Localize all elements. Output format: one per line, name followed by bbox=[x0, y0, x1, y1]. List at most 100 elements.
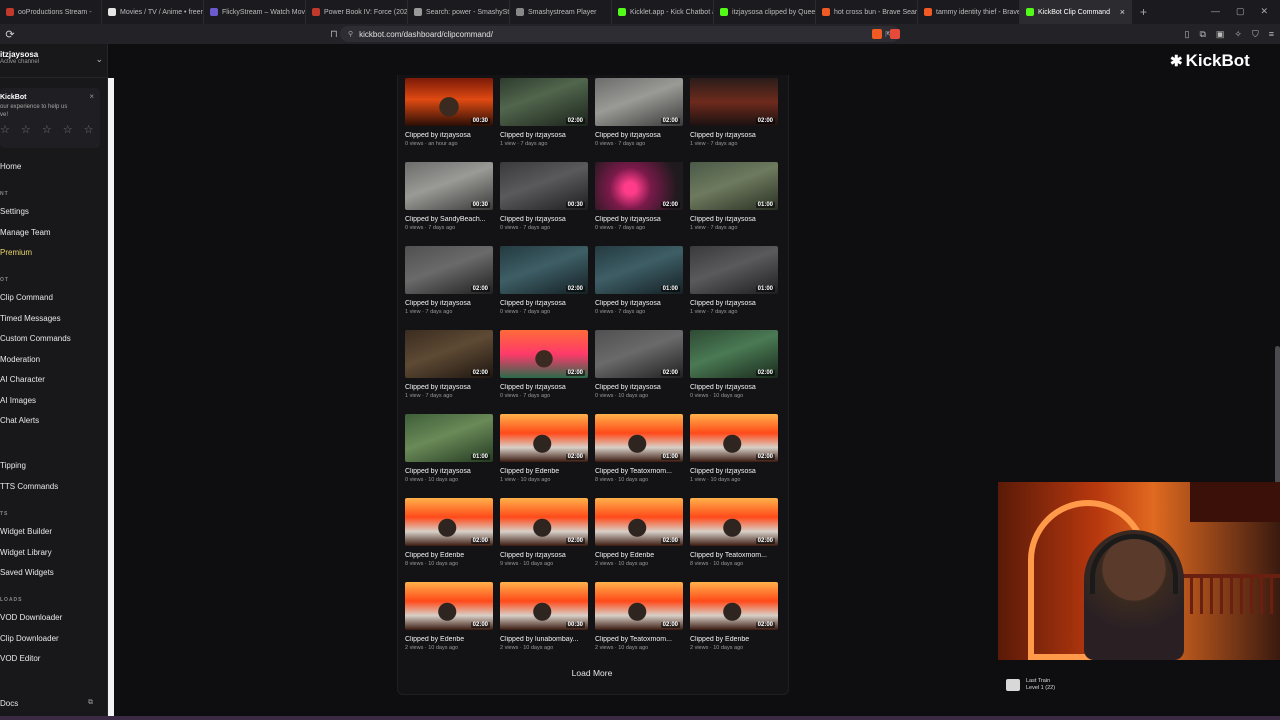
sidebar-item-chat-alerts[interactable]: Chat Alerts bbox=[0, 416, 39, 425]
clip-thumbnail[interactable]: 00:30 bbox=[405, 162, 493, 210]
load-more-button[interactable]: Load More bbox=[558, 664, 626, 682]
clip-thumbnail[interactable]: 02:00 bbox=[405, 498, 493, 546]
clip-card[interactable]: 02:00 Clipped by itzjaysosa 0 views · 7 da… bbox=[500, 330, 588, 412]
rating-stars[interactable]: ☆ ☆ ☆ ☆ ☆ bbox=[0, 123, 100, 136]
sidebar-item-home[interactable]: Home bbox=[0, 162, 21, 171]
clip-card[interactable]: 02:00 Clipped by Edenbe 2 views · 10 days … bbox=[405, 582, 493, 664]
clip-title[interactable]: Clipped by itzjaysosa bbox=[690, 300, 778, 307]
sidebar-item-docs[interactable]: Docs bbox=[0, 699, 18, 708]
clip-thumbnail[interactable]: 02:00 bbox=[595, 330, 683, 378]
clip-thumbnail[interactable]: 02:00 bbox=[595, 498, 683, 546]
clip-thumbnail[interactable]: 02:00 bbox=[405, 246, 493, 294]
clip-thumbnail[interactable]: 00:30 bbox=[500, 162, 588, 210]
clip-thumbnail[interactable]: 02:00 bbox=[595, 582, 683, 630]
sidebar-item-tts-commands[interactable]: TTS Commands bbox=[0, 482, 58, 491]
clip-thumbnail[interactable]: 01:00 bbox=[405, 414, 493, 462]
clip-title[interactable]: Clipped by itzjaysosa bbox=[500, 132, 588, 139]
clip-title[interactable]: Clipped by itzjaysosa bbox=[690, 468, 778, 475]
clip-card[interactable]: 02:00 Clipped by Edenbe 8 views · 10 days … bbox=[405, 498, 493, 580]
clip-card[interactable]: 02:00 Clipped by itzjaysosa 1 view · 10 da… bbox=[690, 414, 778, 496]
clip-title[interactable]: Clipped by SandyBeach... bbox=[405, 216, 493, 223]
clip-title[interactable]: Clipped by Edenbe bbox=[595, 552, 683, 559]
sidebar-toggle-icon[interactable]: ▯ bbox=[1185, 29, 1190, 40]
clip-thumbnail[interactable]: 01:00 bbox=[595, 246, 683, 294]
sidebar-item-custom-commands[interactable]: Custom Commands bbox=[0, 334, 71, 343]
kickbot-logo[interactable]: ✱ KickBot bbox=[1170, 51, 1250, 71]
sidebar-scrollbar[interactable] bbox=[108, 78, 114, 716]
clip-card[interactable]: 00:30 Clipped by itzjaysosa 0 views · an h… bbox=[405, 78, 493, 160]
browser-tab[interactable]: itzjaysosa clipped by QueenH... bbox=[714, 0, 816, 24]
clip-card[interactable]: 02:00 Clipped by Teatoxmom... 8 views · 10… bbox=[690, 498, 778, 580]
clip-card[interactable]: 02:00 Clipped by itzjaysosa 1 view · 7 day… bbox=[405, 246, 493, 328]
close-window-icon[interactable]: ✕ bbox=[1260, 6, 1268, 17]
clip-thumbnail[interactable]: 01:00 bbox=[690, 162, 778, 210]
clip-title[interactable]: Clipped by Teatoxmom... bbox=[595, 636, 683, 643]
clip-thumbnail[interactable]: 02:00 bbox=[500, 330, 588, 378]
sidebar-item-tipping[interactable]: Tipping bbox=[0, 461, 26, 470]
clip-card[interactable]: 02:00 Clipped by itzjaysosa 0 views · 10 d… bbox=[690, 330, 778, 412]
clip-title[interactable]: Clipped by itzjaysosa bbox=[690, 384, 778, 391]
browser-tab[interactable]: Movies / TV / Anime • freemo... bbox=[102, 0, 204, 24]
clip-card[interactable]: 00:30 Clipped by lunabombay... 2 views · 1… bbox=[500, 582, 588, 664]
sidebar-item-widget-library[interactable]: Widget Library bbox=[0, 548, 52, 557]
clip-title[interactable]: Clipped by itzjaysosa bbox=[690, 216, 778, 223]
sidebar-item-settings[interactable]: Settings bbox=[0, 207, 29, 216]
clip-card[interactable]: 02:00 Clipped by itzjaysosa 0 views · 10 d… bbox=[595, 330, 683, 412]
sidebar-item-timed-messages[interactable]: Timed Messages bbox=[0, 314, 61, 323]
site-info-icon[interactable]: ⚲ bbox=[348, 30, 353, 38]
clip-card[interactable]: 02:00 Clipped by itzjaysosa 1 view · 7 day… bbox=[405, 330, 493, 412]
clip-title[interactable]: Clipped by itzjaysosa bbox=[500, 300, 588, 307]
clip-card[interactable]: 02:00 Clipped by Teatoxmom... 2 views · 10… bbox=[595, 582, 683, 664]
clip-card[interactable]: 02:00 Clipped by itzjaysosa 0 views · 7 da… bbox=[595, 162, 683, 244]
clip-title[interactable]: Clipped by itzjaysosa bbox=[405, 132, 493, 139]
browser-tab[interactable]: KickBot Clip Command × bbox=[1020, 0, 1132, 24]
clip-title[interactable]: Clipped by itzjaysosa bbox=[500, 552, 588, 559]
clip-thumbnail[interactable]: 02:00 bbox=[690, 78, 778, 126]
sidebar-item-ai-images[interactable]: AI Images bbox=[0, 396, 36, 405]
sidebar-item-widget-builder[interactable]: Widget Builder bbox=[0, 527, 52, 536]
wallet-icon[interactable]: ▣ bbox=[1216, 29, 1225, 40]
clip-thumbnail[interactable]: 02:00 bbox=[690, 414, 778, 462]
clip-title[interactable]: Clipped by itzjaysosa bbox=[405, 468, 493, 475]
sidebar-item-vod-downloader[interactable]: VOD Downloader bbox=[0, 613, 62, 622]
clip-thumbnail[interactable]: 02:00 bbox=[690, 330, 778, 378]
clip-title[interactable]: Clipped by Edenbe bbox=[690, 636, 778, 643]
clip-card[interactable]: 00:30 Clipped by SandyBeach... 0 views · 7… bbox=[405, 162, 493, 244]
clip-card[interactable]: 02:00 Clipped by Edenbe 2 views · 10 days … bbox=[690, 582, 778, 664]
clip-card[interactable]: 00:30 Clipped by itzjaysosa 0 views · 7 da… bbox=[500, 162, 588, 244]
clip-card[interactable]: 01:00 Clipped by itzjaysosa 1 view · 7 day… bbox=[690, 162, 778, 244]
clip-card[interactable]: 02:00 Clipped by itzjaysosa 9 views · 10 d… bbox=[500, 498, 588, 580]
clip-thumbnail[interactable]: 00:30 bbox=[500, 582, 588, 630]
sidebar-item-vod-editor[interactable]: VOD Editor bbox=[0, 654, 40, 663]
clip-thumbnail[interactable]: 02:00 bbox=[500, 78, 588, 126]
url-field[interactable]: ⚲ kickbot.com/dashboard/clipcommand/ ⇱ bbox=[340, 26, 900, 42]
clip-title[interactable]: Clipped by itzjaysosa bbox=[595, 384, 683, 391]
sidebar-item-ai-character[interactable]: AI Character bbox=[0, 375, 45, 384]
clip-card[interactable]: 02:00 Clipped by itzjaysosa 0 views · 7 da… bbox=[595, 78, 683, 160]
browser-tab[interactable]: Power Book IV: Force (2022) S... bbox=[306, 0, 408, 24]
clip-title[interactable]: Clipped by itzjaysosa bbox=[405, 384, 493, 391]
bookmark-icon[interactable]: ⊓ bbox=[330, 29, 338, 40]
clip-thumbnail[interactable]: 02:00 bbox=[690, 582, 778, 630]
clip-thumbnail[interactable]: 02:00 bbox=[595, 78, 683, 126]
brave-shield-icon[interactable] bbox=[872, 29, 882, 39]
clip-title[interactable]: Clipped by itzjaysosa bbox=[500, 384, 588, 391]
clip-title[interactable]: Clipped by Teatoxmom... bbox=[595, 468, 683, 475]
clip-title[interactable]: Clipped by itzjaysosa bbox=[595, 300, 683, 307]
sidebar-item-saved-widgets[interactable]: Saved Widgets bbox=[0, 568, 54, 577]
clip-card[interactable]: 02:00 Clipped by itzjaysosa 1 view · 7 day… bbox=[690, 78, 778, 160]
clip-title[interactable]: Clipped by itzjaysosa bbox=[595, 216, 683, 223]
clip-title[interactable]: Clipped by itzjaysosa bbox=[595, 132, 683, 139]
clip-card[interactable]: 02:00 Clipped by Edenbe 2 views · 10 days … bbox=[595, 498, 683, 580]
clip-title[interactable]: Clipped by itzjaysosa bbox=[405, 300, 493, 307]
rewards-icon[interactable] bbox=[890, 29, 900, 39]
clip-card[interactable]: 02:00 Clipped by Edenbe 1 view · 10 days a… bbox=[500, 414, 588, 496]
clip-card[interactable]: 01:00 Clipped by Teatoxmom... 8 views · 10… bbox=[595, 414, 683, 496]
browser-tab[interactable]: FlickyStream – Watch Movies & bbox=[204, 0, 306, 24]
clip-card[interactable]: 01:00 Clipped by itzjaysosa 0 views · 7 da… bbox=[595, 246, 683, 328]
browser-tab[interactable]: Kicklet.app - Kick Chatbot and bbox=[612, 0, 714, 24]
clip-card[interactable]: 02:00 Clipped by itzjaysosa 1 view · 7 day… bbox=[500, 78, 588, 160]
clip-title[interactable]: Clipped by Edenbe bbox=[500, 468, 588, 475]
minimize-icon[interactable]: — bbox=[1211, 6, 1220, 17]
browser-tab[interactable]: ooProductions Stream - bbox=[0, 0, 102, 24]
